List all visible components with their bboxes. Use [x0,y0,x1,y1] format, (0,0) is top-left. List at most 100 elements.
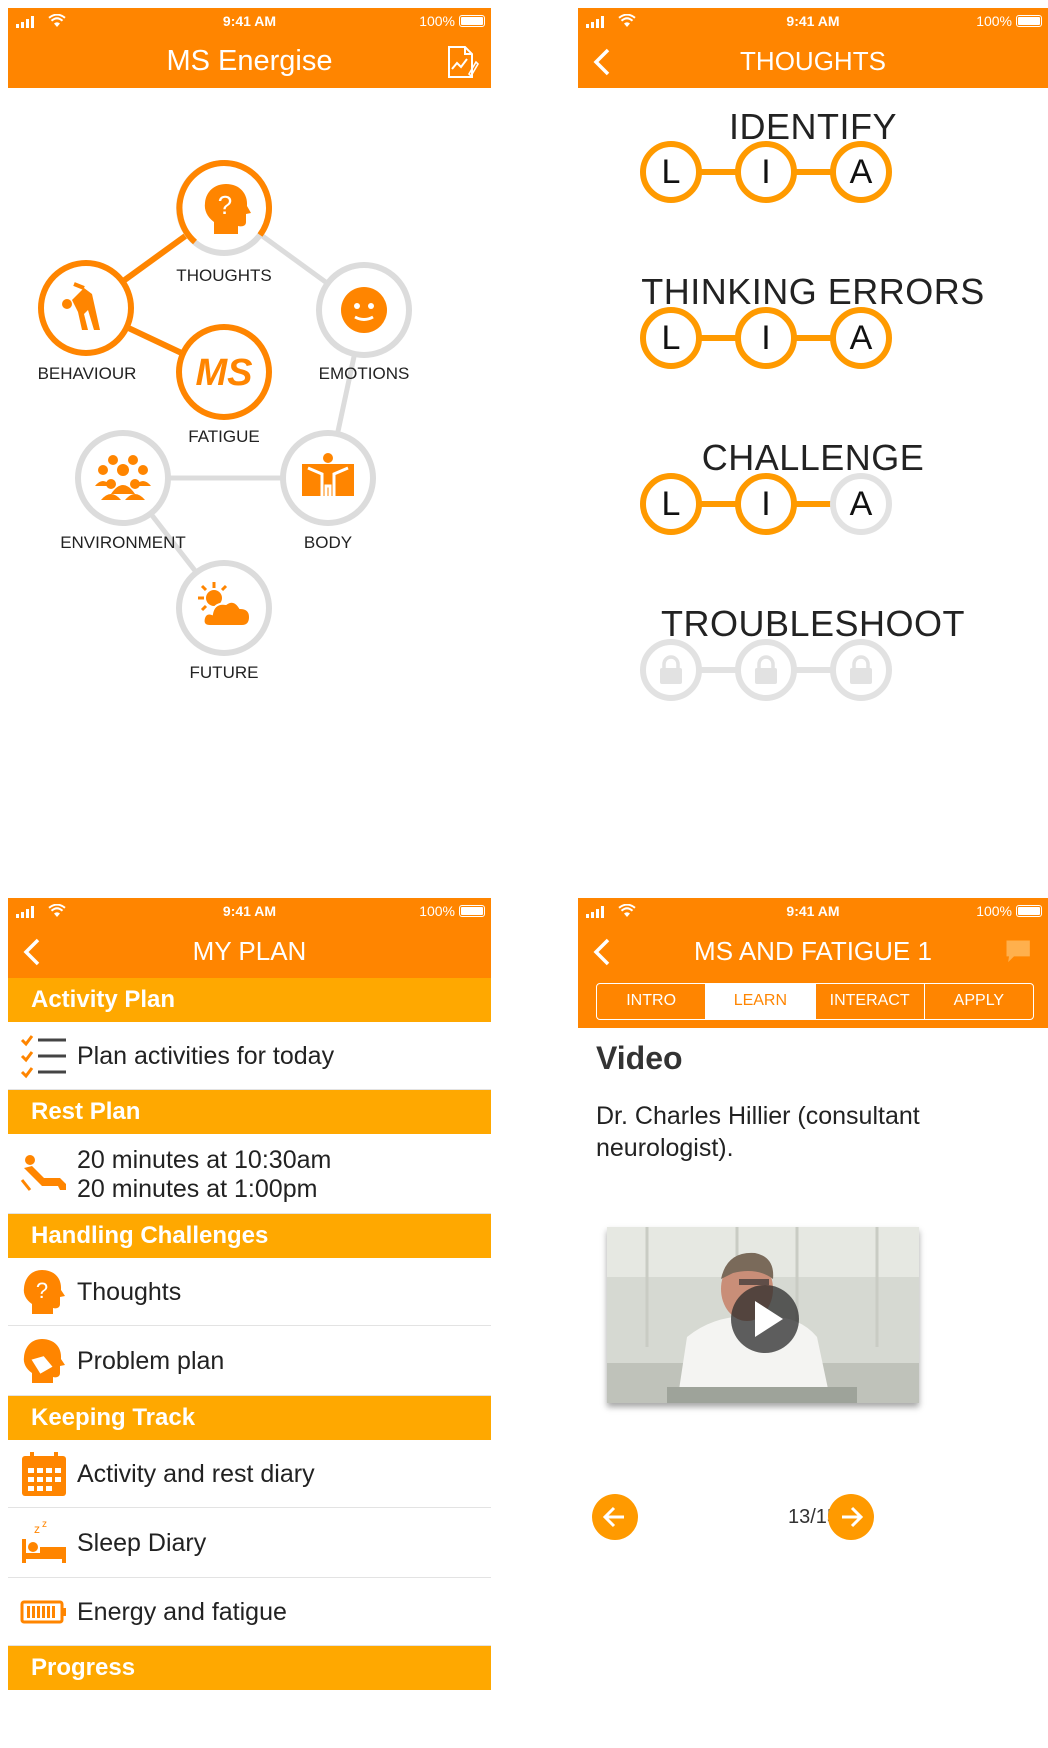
status-bar: 9:41 AM 100% [578,898,1048,924]
page-title: THOUGHTS [740,46,886,76]
arrow-right-icon [842,1506,864,1528]
node-emotions[interactable] [316,262,412,358]
rest-time-1: 20 minutes at 10:30am [77,1146,332,1174]
list-item-label: Energy and fatigue [77,1598,287,1626]
step-identify[interactable]: L I A [578,141,1048,205]
svg-text:z: z [42,1519,47,1530]
list-item-rest-schedule[interactable]: 20 minutes at 10:30am 20 minutes at 1:00… [8,1134,491,1214]
checklist-icon [20,1035,66,1079]
list-item-sleep-diary[interactable]: z z Sleep Diary [8,1508,491,1578]
tab-bar: INTRO LEARN INTERACT APPLY [578,978,1048,1028]
bed-sleep-icon: z z [22,1519,66,1563]
section-handling-challenges: Handling Challenges [8,1214,491,1258]
svg-text:?: ? [36,1278,48,1303]
section-activity-plan: Activity Plan [8,978,491,1022]
list-item-label: Plan activities for today [77,1042,335,1070]
battery-percent: 100% [976,903,1012,919]
node-behaviour[interactable] [38,260,134,356]
screen-ms-and-fatigue: 9:41 AM 100% MS AND FATIGUE 1 INTRO LEAR… [578,898,1048,1748]
node-body[interactable] [280,430,376,526]
step-thinking-errors[interactable]: L I A [578,307,1048,371]
list-item-problem-plan[interactable]: Problem plan [8,1326,491,1396]
step-challenge[interactable]: L I A [578,473,1048,537]
step-troubleshoot [578,639,1048,703]
list-item-activity-diary[interactable]: Activity and rest diary [8,1440,491,1508]
list-item-energy-fatigue[interactable]: Energy and fatigue [8,1578,491,1646]
status-bar: 9:41 AM 100% [8,898,491,924]
locked-step [830,639,892,701]
step-a-button[interactable]: A [830,307,892,369]
step-a-button[interactable]: A [830,473,892,535]
step-l-button[interactable]: L [640,473,702,535]
node-future[interactable] [176,560,272,656]
step-a-button[interactable]: A [830,141,892,203]
locked-step [640,639,702,701]
battery-icon [1016,15,1042,27]
person-stretch-icon [62,282,100,330]
node-label-behaviour: BEHAVIOUR [37,364,137,383]
node-label-body: BODY [303,533,353,552]
node-label-fatigue: FATIGUE [188,427,260,446]
list-item-label: Activity and rest diary [77,1460,315,1488]
status-bar: 9:41 AM 100% [578,8,1048,34]
navbar: THOUGHTS [578,34,1048,88]
head-hand-icon [23,1339,65,1383]
head-question-icon: ? [204,184,251,234]
chat-bubble-icon[interactable] [1002,938,1036,968]
section-progress: Progress [8,1646,491,1690]
battery-percent: 100% [419,903,455,919]
node-thoughts[interactable]: ? [176,160,272,256]
tab-apply[interactable]: APPLY [925,984,1033,1019]
step-i-button[interactable]: I [735,473,797,535]
calendar-icon [22,1452,66,1496]
svg-text:z: z [34,1522,40,1536]
reclining-person-icon [20,1155,66,1191]
list-item-label: Problem plan [77,1347,225,1375]
body-figure-icon [302,453,354,502]
tab-intro[interactable]: INTRO [597,984,707,1019]
page-title: MY PLAN [192,936,307,966]
content-heading: Video [596,1040,683,1076]
sun-cloud-icon [198,582,252,627]
section-keeping-track: Keeping Track [8,1396,491,1440]
screen-thoughts: 9:41 AM 100% THOUGHTS IDENTIFY L I A THI… [578,8,1048,808]
navbar: MS AND FATIGUE 1 [578,924,1048,978]
lock-icon [850,655,872,684]
battery-icon [1016,905,1042,917]
svg-text:?: ? [218,190,232,220]
tab-learn[interactable]: LEARN [706,984,816,1019]
battery-percent: 100% [976,13,1012,29]
ms-logo-text: MS [195,352,253,394]
list-item-label: Sleep Diary [77,1529,207,1557]
step-l-button[interactable]: L [640,141,702,203]
lock-icon [660,655,682,684]
step-l-button[interactable]: L [640,307,702,369]
list-item-thoughts[interactable]: ? Thoughts [8,1258,491,1326]
smiley-icon [341,287,387,333]
list-item-plan-activities[interactable]: Plan activities for today [8,1022,491,1090]
node-label-environment: ENVIRONMENT [60,533,186,552]
node-label-thoughts: THOUGHTS [176,266,272,285]
node-label-future: FUTURE [189,663,259,682]
node-environment[interactable] [75,430,171,526]
tab-interact[interactable]: INTERACT [816,984,925,1019]
section-rest-plan: Rest Plan [8,1090,491,1134]
navbar: MY PLAN [8,924,491,978]
battery-level-icon [20,1600,66,1624]
step-i-button[interactable]: I [735,141,797,203]
play-button[interactable] [731,1285,799,1353]
page-title: MS AND FATIGUE 1 [694,936,932,966]
list-item-label: Thoughts [77,1278,182,1306]
screen-ms-energise: 9:41 AM 100% MS Energise ? THOUGHTS BEHA… [8,8,491,808]
step-i-button[interactable]: I [735,307,797,369]
lock-icon [755,655,777,684]
segmented-control: INTRO LEARN INTERACT APPLY [596,983,1034,1020]
node-label-emotions: EMOTIONS [318,364,410,383]
rest-time-2: 20 minutes at 1:00pm [77,1175,318,1203]
content-body: Dr. Charles Hillier (consultant neurolog… [596,1102,920,1162]
screen-my-plan: 9:41 AM 100% MY PLAN Activity Plan Plan … [8,898,491,1748]
head-question-icon: ? [23,1270,65,1314]
next-page-button[interactable] [828,1494,874,1540]
battery-icon [459,905,485,917]
node-fatigue-center[interactable]: MS [176,324,272,420]
